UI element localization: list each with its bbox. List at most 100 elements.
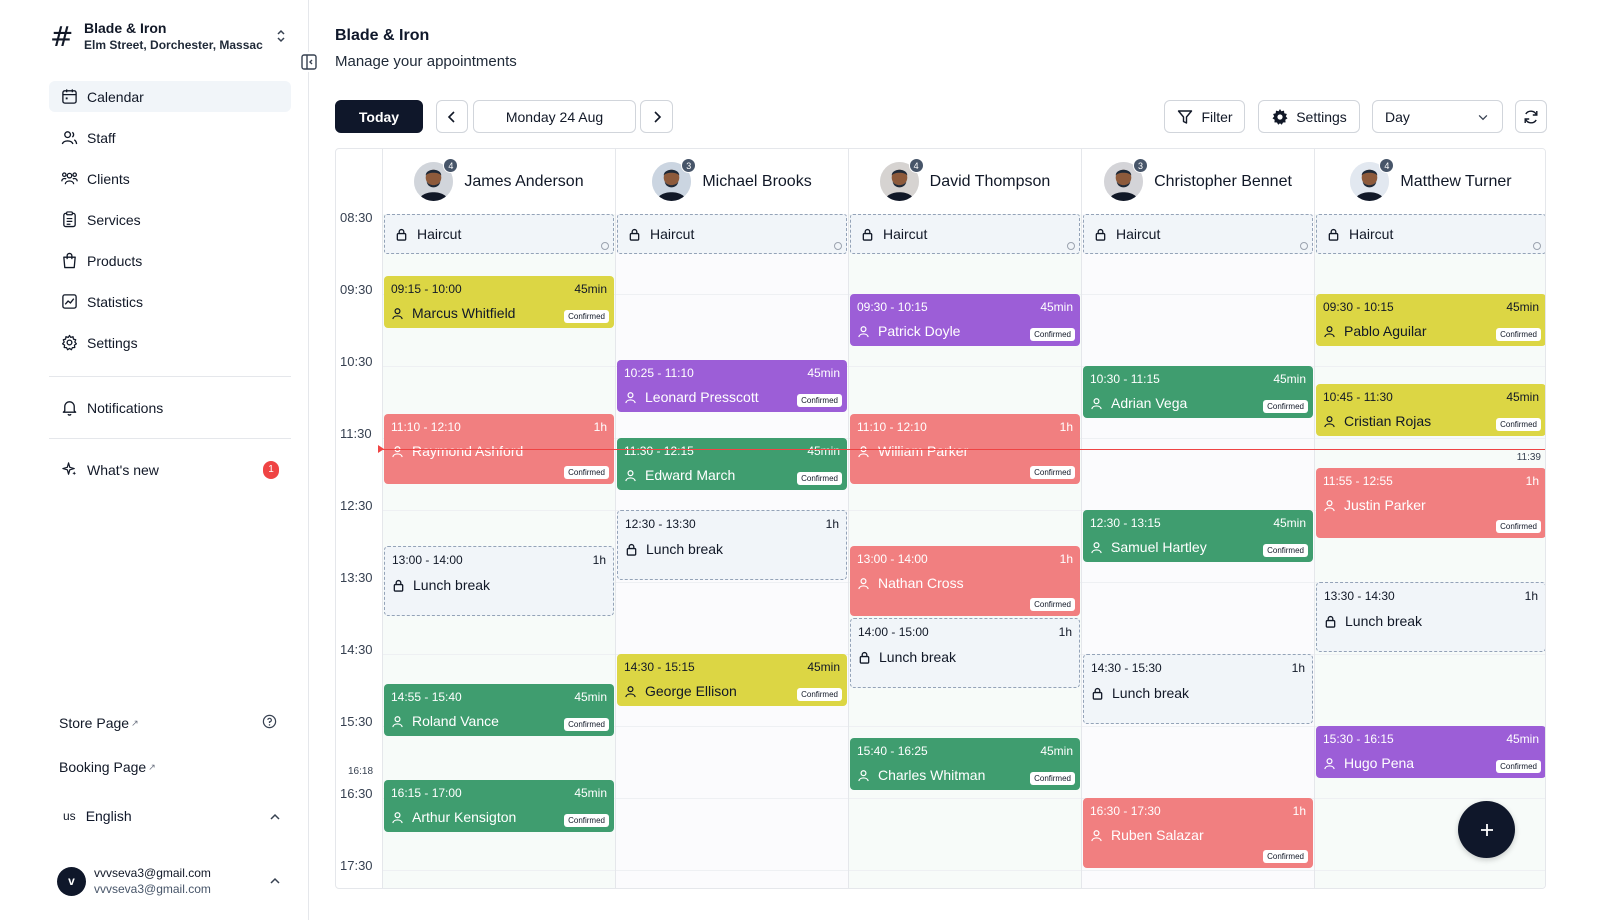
appointment-card[interactable]: 11:55 - 12:55 1h Justin Parker Confirmed: [1316, 468, 1545, 538]
appointment-client: William Parker: [857, 443, 968, 459]
nav-item-services[interactable]: Services: [49, 204, 291, 235]
store-page-link[interactable]: Store Page ↗: [59, 714, 277, 732]
status-badge: Confirmed: [1263, 400, 1308, 413]
lunch-break-block[interactable]: 12:30 - 13:30 1h Lunch break: [617, 510, 847, 580]
settings-button[interactable]: Settings: [1258, 100, 1360, 133]
appointment-card[interactable]: 15:40 - 16:25 45min Charles Whitman Confirm…: [850, 738, 1080, 790]
blocked-slot-label: Haircut: [883, 226, 928, 242]
status-badge: Confirmed: [564, 466, 609, 479]
client-name: Hugo Pena: [1344, 755, 1415, 771]
lunch-break-block[interactable]: 14:30 - 15:30 1h Lunch break: [1083, 654, 1313, 724]
client-name: Marcus Whitfield: [412, 305, 516, 321]
staff-header[interactable]: 4 David Thompson: [849, 149, 1081, 214]
sparkles-icon: [62, 462, 77, 476]
appointment-time: 15:40 - 16:25: [857, 744, 928, 758]
appointment-card[interactable]: 09:30 - 10:15 45min Pablo Aguilar Confirmed: [1316, 294, 1545, 346]
user-menu[interactable]: v vvvseva3@gmail.com vvvseva3@gmail.com: [57, 863, 281, 899]
app-root: # Blade & Iron Elm Street, Dorchester, M…: [0, 0, 1600, 920]
appointment-card[interactable]: 16:30 - 17:30 1h Ruben Salazar Confirmed: [1083, 798, 1313, 868]
person-icon: [392, 445, 403, 457]
resize-handle[interactable]: [1533, 242, 1541, 250]
appointment-client: Leonard Presscott: [624, 389, 759, 405]
appointment-card[interactable]: 14:30 - 15:15 45min George Ellison Confirme…: [617, 654, 847, 706]
appointment-card[interactable]: 10:45 - 11:30 45min Cristian Rojas Confirme…: [1316, 384, 1545, 436]
status-badge: Confirmed: [797, 472, 842, 485]
appointment-time: 12:30 - 13:15: [1090, 516, 1161, 530]
appointment-card[interactable]: 09:30 - 10:15 45min Patrick Doyle Confirmed: [850, 294, 1080, 346]
staff-name: James Anderson: [464, 172, 584, 190]
appointment-client: Justin Parker: [1323, 497, 1426, 513]
appointment-client: Lunch break: [625, 541, 723, 557]
filter-button[interactable]: Filter: [1164, 100, 1245, 133]
nav-item-calendar[interactable]: Calendar: [49, 81, 291, 112]
nav-item-statistics[interactable]: Statistics: [49, 286, 291, 317]
date-picker-button[interactable]: Monday 24 Aug: [473, 100, 636, 133]
appointment-card[interactable]: 13:00 - 14:00 1h Nathan Cross Confirmed: [850, 546, 1080, 616]
lock-icon: [396, 228, 407, 241]
hour-gridline: [1315, 366, 1545, 367]
nav-item-products[interactable]: Products: [49, 245, 291, 276]
nav-item-notifications[interactable]: Notifications: [49, 392, 291, 423]
client-name: Justin Parker: [1344, 497, 1426, 513]
business-switcher[interactable]: # Blade & Iron Elm Street, Dorchester, M…: [50, 16, 290, 56]
appointment-card[interactable]: 09:15 - 10:00 45min Marcus Whitfield Confir…: [384, 276, 614, 328]
booking-page-link[interactable]: Booking Page ↗: [59, 759, 277, 775]
appointment-duration: 45min: [574, 786, 607, 800]
appointment-card[interactable]: 15:30 - 16:15 45min Hugo Pena Confirmed: [1316, 726, 1545, 778]
appointment-card[interactable]: 12:30 - 13:15 45min Samuel Hartley Confirme…: [1083, 510, 1313, 562]
staff-header[interactable]: 3 Christopher Bennet: [1082, 149, 1314, 214]
view-select-value: Day: [1385, 108, 1410, 125]
blocked-slot[interactable]: Haircut: [617, 214, 847, 254]
staff-column: 4 David Thompson Haircut 09:30 - 10:15 45min…: [848, 149, 1081, 888]
appointment-card[interactable]: 10:25 - 11:10 45min Leonard Presscott Confi…: [617, 360, 847, 412]
person-icon: [392, 811, 403, 823]
appointment-duration: 1h: [1524, 589, 1538, 603]
appointment-card[interactable]: 11:30 - 12:15 45min Edward March Confirmed: [617, 438, 847, 490]
services-icon: [63, 211, 76, 228]
nav-item-clients[interactable]: Clients: [49, 163, 291, 194]
sidebar-collapse-button[interactable]: [299, 52, 319, 72]
status-badge: Confirmed: [1030, 466, 1075, 479]
blocked-slot[interactable]: Haircut: [384, 214, 614, 254]
view-select[interactable]: Day: [1372, 100, 1503, 133]
next-day-button[interactable]: [640, 100, 673, 133]
resize-handle[interactable]: [834, 242, 842, 250]
blocked-slot[interactable]: Haircut: [1083, 214, 1313, 254]
today-button[interactable]: Today: [335, 100, 423, 133]
prev-day-button[interactable]: [436, 100, 468, 133]
blocked-slot[interactable]: Haircut: [850, 214, 1080, 254]
lunch-break-block[interactable]: 14:00 - 15:00 1h Lunch break: [850, 618, 1080, 688]
status-badge: Confirmed: [1496, 520, 1541, 533]
blocked-slot-label: Haircut: [1349, 226, 1394, 242]
resize-handle[interactable]: [1067, 242, 1075, 250]
person-icon: [1324, 325, 1335, 337]
add-appointment-button[interactable]: [1458, 801, 1515, 858]
client-name: Lunch break: [1112, 685, 1190, 701]
resize-handle[interactable]: [601, 242, 609, 250]
status-badge: Confirmed: [1030, 772, 1075, 785]
resize-handle[interactable]: [1300, 242, 1308, 250]
blocked-slot[interactable]: Haircut: [1316, 214, 1545, 254]
language-selector[interactable]: us English: [63, 808, 281, 824]
staff-header[interactable]: 4 James Anderson: [383, 149, 615, 214]
appointment-time: 13:00 - 14:00: [392, 553, 463, 567]
nav-item-settings[interactable]: Settings: [49, 327, 291, 358]
current-time-marker: [378, 444, 384, 453]
staff-header[interactable]: 3 Michael Brooks: [616, 149, 848, 214]
lunch-break-block[interactable]: 13:30 - 14:30 1h Lunch break: [1316, 582, 1545, 652]
nav-item-whats-new[interactable]: What's new 1: [49, 454, 291, 485]
staff-header[interactable]: 4 Matthew Turner: [1315, 149, 1545, 214]
appointment-card[interactable]: 14:55 - 15:40 45min Roland Vance Confirmed: [384, 684, 614, 736]
client-name: Leonard Presscott: [645, 389, 759, 405]
appointment-card[interactable]: 16:15 - 17:00 45min Arthur Kensigton Confir…: [384, 780, 614, 832]
chevron-up-icon: [269, 808, 281, 824]
hour-gridline: [383, 654, 615, 655]
nav-label-products: Products: [87, 252, 143, 269]
refresh-button[interactable]: [1515, 100, 1547, 133]
help-icon[interactable]: [262, 714, 277, 732]
appointment-client: Lunch break: [392, 577, 490, 593]
lunch-break-block[interactable]: 13:00 - 14:00 1h Lunch break: [384, 546, 614, 616]
appointment-card[interactable]: 10:30 - 11:15 45min Adrian Vega Confirmed: [1083, 366, 1313, 418]
time-label: 12:30: [340, 498, 373, 513]
nav-item-staff[interactable]: Staff: [49, 122, 291, 153]
